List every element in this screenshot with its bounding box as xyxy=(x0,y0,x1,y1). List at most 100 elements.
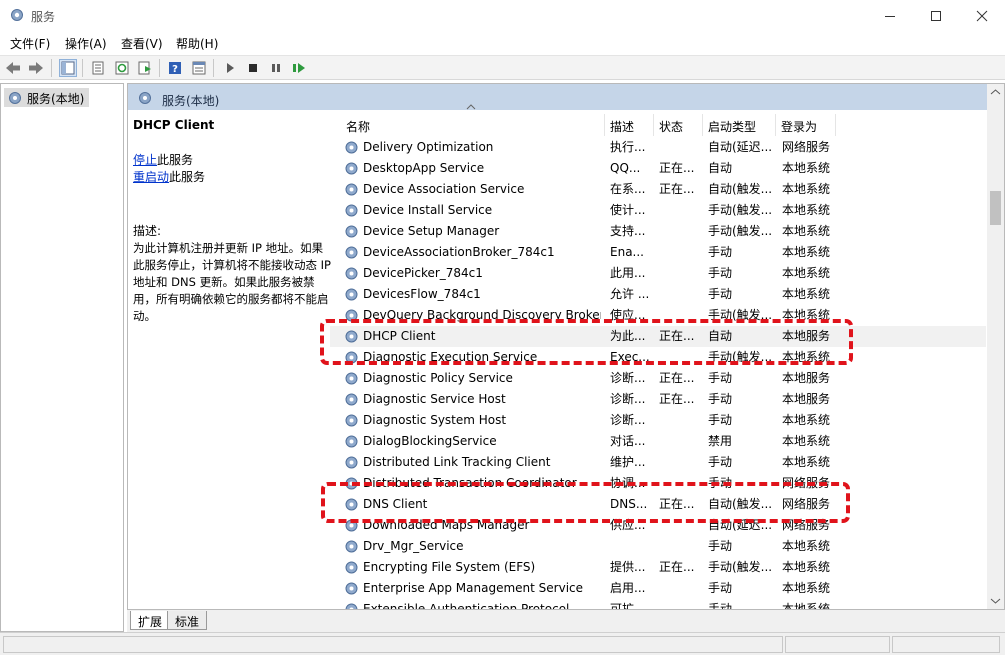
table-row[interactable]: DHCP Client 为此... 正在... 自动 本地服务 xyxy=(330,326,986,347)
service-status-cell xyxy=(659,578,699,599)
service-gear-icon xyxy=(345,288,358,301)
minimize-button[interactable] xyxy=(867,0,913,31)
table-row[interactable]: Delivery Optimization 执行... 自动(延迟... 网络服务 xyxy=(330,137,986,158)
service-name-text: Device Association Service xyxy=(363,182,525,196)
service-description-cell: Ena... xyxy=(610,245,644,259)
scrollbar-thumb[interactable] xyxy=(990,191,1001,225)
tree-item-services-local[interactable]: 服务(本地) xyxy=(4,88,90,107)
service-description-cell: 支持... xyxy=(610,224,646,238)
table-row[interactable]: DialogBlockingService 对话... 禁用 本地系统 xyxy=(330,431,986,452)
forward-button[interactable] xyxy=(27,59,45,77)
table-row[interactable]: Encrypting File System (EFS) 提供... 正在... 手动… xyxy=(330,557,986,578)
table-row[interactable]: Downloaded Maps Manager 供应... 自动(延迟... 网络服务 xyxy=(330,515,986,536)
service-gear-icon xyxy=(345,309,358,322)
column-header-logon-as[interactable]: 登录为 xyxy=(776,114,836,136)
table-row[interactable]: DNS Client DNS... 正在... 自动(触发... 网络服务 xyxy=(330,494,986,515)
title-bar: 服务 xyxy=(0,0,1005,31)
service-gear-icon xyxy=(345,246,358,259)
table-row[interactable]: DeviceAssociationBroker_784c1 Ena... 手动 本地系… xyxy=(330,242,986,263)
table-row[interactable]: Diagnostic System Host 诊断... 手动 本地系统 xyxy=(330,410,986,431)
refresh-button[interactable] xyxy=(113,59,131,77)
service-description-cell: 启用... xyxy=(610,581,646,595)
service-description-cell xyxy=(610,536,652,557)
table-row[interactable]: Extensible Authentication Protocol 可扩... 手… xyxy=(330,599,986,609)
service-startup-type-cell: 手动 xyxy=(708,602,733,609)
tab-extended[interactable]: 扩展 xyxy=(130,611,171,630)
service-logon-cell: 本地系统 xyxy=(782,560,831,574)
console-tree: 服务(本地) xyxy=(0,83,124,632)
details-service-name: DHCP Client xyxy=(133,118,215,132)
table-row[interactable]: Diagnostic Execution Service Exec... 手动(触发… xyxy=(330,347,986,368)
service-startup-type-cell: 手动 xyxy=(708,539,733,553)
table-row[interactable]: Drv_Mgr_Service 手动 本地系统 xyxy=(330,536,986,557)
table-row[interactable]: DevQuery Background Discovery Broker 使应..… xyxy=(330,305,986,326)
stop-service-button[interactable] xyxy=(244,59,262,77)
service-name-cell: Diagnostic Policy Service xyxy=(343,368,601,389)
service-status-cell: 正在... xyxy=(659,182,695,196)
export-list-button[interactable] xyxy=(136,59,154,77)
scroll-up-icon[interactable] xyxy=(987,86,1004,98)
service-startup-type-cell: 自动(延迟... xyxy=(708,518,773,532)
service-name-cell: DevQuery Background Discovery Broker xyxy=(343,305,601,326)
close-icon xyxy=(976,10,988,21)
service-name-text: Distributed Link Tracking Client xyxy=(363,455,551,469)
close-button[interactable] xyxy=(959,0,1005,31)
maximize-button[interactable] xyxy=(913,0,959,31)
service-description-cell: Exec... xyxy=(610,350,650,364)
start-service-button[interactable] xyxy=(221,59,239,77)
properties-button[interactable] xyxy=(89,59,107,77)
service-name-text: Enterprise App Management Service xyxy=(363,581,584,595)
show-hide-console-tree-button[interactable] xyxy=(59,59,77,77)
stop-service-link[interactable]: 停止 xyxy=(133,153,157,167)
table-row[interactable]: Device Association Service 在系... 正在... 自动(触… xyxy=(330,179,986,200)
service-name-text: DevicePicker_784c1 xyxy=(363,266,483,280)
service-description-cell: 供应... xyxy=(610,518,646,532)
scroll-down-icon[interactable] xyxy=(987,595,1004,607)
panel-title: 服务(本地) xyxy=(162,94,220,108)
help-button[interactable]: ? xyxy=(166,59,184,77)
table-row[interactable]: Distributed Transaction Coordinator 协调...… xyxy=(330,473,986,494)
table-row[interactable]: DevicePicker_784c1 此用... 手动 本地系统 xyxy=(330,263,986,284)
service-logon-cell: 本地系统 xyxy=(782,350,831,364)
table-row[interactable]: Enterprise App Management Service 启用... 手动… xyxy=(330,578,986,599)
menu-action[interactable]: 操作(A) xyxy=(65,35,107,52)
service-status-cell xyxy=(659,410,699,431)
service-status-cell: 正在... xyxy=(659,560,695,574)
table-row[interactable]: Device Setup Manager 支持... 手动(触发... 本地系统 xyxy=(330,221,986,242)
menu-view[interactable]: 查看(V) xyxy=(121,35,163,52)
menu-help[interactable]: 帮助(H) xyxy=(176,35,218,52)
column-header-startup-type[interactable]: 启动类型 xyxy=(703,114,776,136)
table-row[interactable]: Diagnostic Policy Service 诊断... 正在... 手动 本地服… xyxy=(330,368,986,389)
description-text: 为此计算机注册并更新 IP 地址。如果此服务停止，计算机将不能接收动态 IP 地… xyxy=(133,241,331,323)
service-status-cell xyxy=(659,431,699,452)
table-row[interactable]: Distributed Link Tracking Client 维护... 手动 本… xyxy=(330,452,986,473)
service-gear-icon xyxy=(345,204,358,217)
service-logon-cell: 本地系统 xyxy=(782,434,831,448)
service-logon-cell: 网络服务 xyxy=(782,518,831,532)
service-description-cell: 使计... xyxy=(610,203,646,217)
stop-service-suffix: 此服务 xyxy=(157,153,194,167)
service-status-cell xyxy=(659,137,699,158)
svg-text:?: ? xyxy=(172,64,178,75)
tab-standard[interactable]: 标准 xyxy=(167,611,208,630)
table-row[interactable]: DesktopApp Service QQ... 正在... 自动 本地系统 xyxy=(330,158,986,179)
table-row[interactable]: Diagnostic Service Host 诊断... 正在... 手动 本地服务 xyxy=(330,389,986,410)
column-header-name[interactable]: 名称 xyxy=(341,114,605,136)
column-header-status[interactable]: 状态 xyxy=(654,114,703,136)
vertical-scrollbar[interactable] xyxy=(987,84,1004,609)
service-description-cell: 此用... xyxy=(610,266,646,280)
service-name-cell: Device Association Service xyxy=(343,179,601,200)
column-header-description[interactable]: 描述 xyxy=(605,114,654,136)
view-button[interactable] xyxy=(190,59,208,77)
pause-service-button[interactable] xyxy=(267,59,285,77)
menu-file[interactable]: 文件(F) xyxy=(10,35,50,52)
service-description-cell: 允许 ... xyxy=(610,287,650,301)
export-icon xyxy=(138,61,151,75)
table-row[interactable]: Device Install Service 使计... 手动(触发... 本地系统 xyxy=(330,200,986,221)
back-button[interactable] xyxy=(4,59,22,77)
restart-service-link[interactable]: 重启动 xyxy=(133,170,169,184)
service-name-cell: Device Install Service xyxy=(343,200,601,221)
restart-service-button[interactable] xyxy=(290,59,308,77)
table-row[interactable]: DevicesFlow_784c1 允许 ... 手动 本地系统 xyxy=(330,284,986,305)
service-name-text: DevQuery Background Discovery Broker xyxy=(363,308,601,322)
